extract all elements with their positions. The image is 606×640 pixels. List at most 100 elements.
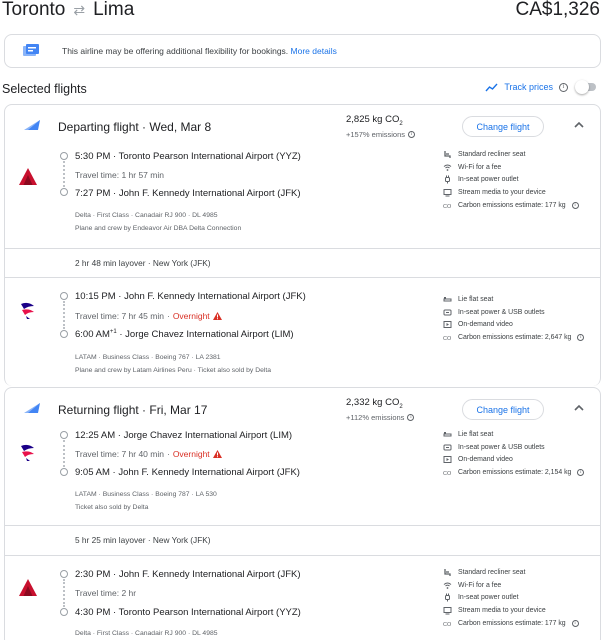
amenity-item: Stream media to your device <box>443 186 603 199</box>
lie-flat-seat-icon <box>443 296 452 302</box>
timeline-line <box>63 301 65 329</box>
lie-flat-seat-icon <box>443 431 452 437</box>
wifi-icon <box>443 164 452 171</box>
banner-text: This airline may be offering additional … <box>62 46 337 56</box>
flexibility-banner: This airline may be offering additional … <box>4 34 601 68</box>
amenity-item: CO Carbon emissions estimate: 2,154 kg i <box>443 466 603 479</box>
on-demand-video-icon <box>443 456 452 464</box>
track-prices[interactable]: Track prices i <box>485 80 596 94</box>
info-icon[interactable]: i <box>408 131 415 138</box>
trend-line-icon <box>485 83 498 91</box>
flight-segment: 10:15 PM · John F. Kennedy International… <box>5 278 600 386</box>
arrows-swap-icon: ⇄ <box>73 1 86 18</box>
power-usb-icon <box>443 444 452 451</box>
route-title: Toronto ⇄ Lima <box>2 0 134 21</box>
flight-details: LATAM · Business Class · Boeing 787 · LA… <box>75 491 217 498</box>
flight-takeoff-icon <box>24 403 40 413</box>
selected-flights-heading: Selected flights <box>2 82 87 96</box>
total-price: CA$1,326 <box>515 0 600 20</box>
info-icon[interactable]: i <box>559 82 568 92</box>
co2-icon: CO <box>443 336 452 342</box>
returning-card-header: Returning flight · Fri, Mar 17 2,332 kg … <box>5 388 600 428</box>
flight-segment: 2:30 PM · John F. Kennedy International … <box>5 556 600 640</box>
amenity-item: Standard recliner seat <box>443 566 603 579</box>
departing-title: Departing flight · Wed, Mar 8 <box>58 120 212 134</box>
departing-flight-card: Departing flight · Wed, Mar 8 2,825 kg C… <box>4 104 601 386</box>
more-details-link[interactable]: More details <box>291 46 337 56</box>
departure-dot <box>60 431 68 439</box>
amenity-item: In-seat power & USB outlets <box>443 306 603 319</box>
amenities-list: Lie flat seat In-seat power & USB outlet… <box>443 293 603 344</box>
amenity-item: Lie flat seat <box>443 293 603 306</box>
wifi-icon <box>443 582 452 589</box>
arrival-dot <box>60 188 68 196</box>
arrival-row: 6:00 AM+1 · Jorge Chavez International A… <box>75 329 294 341</box>
info-icon[interactable]: i <box>571 620 579 628</box>
destination-city: Lima <box>93 0 135 20</box>
amenities-list: Lie flat seat In-seat power & USB outlet… <box>443 428 603 479</box>
returning-title: Returning flight · Fri, Mar 17 <box>58 403 208 417</box>
track-prices-toggle[interactable] <box>575 80 596 94</box>
amenity-item: Wi-Fi for a fee <box>443 161 603 174</box>
chevron-up-icon[interactable] <box>573 120 585 130</box>
layover-info: 2 hr 48 min layover · New York (JFK) <box>75 258 211 268</box>
svg-text:CO: CO <box>443 622 452 628</box>
flight-segment: 5:30 PM · Toronto Pearson International … <box>5 145 600 255</box>
departure-dot <box>60 152 68 160</box>
amenity-item: CO Carbon emissions estimate: 177 kg i <box>443 199 603 212</box>
arrival-dot <box>60 330 68 338</box>
power-plug-icon <box>445 175 450 184</box>
departure-row: 2:30 PM · John F. Kennedy International … <box>75 569 301 580</box>
svg-text:CO: CO <box>443 471 452 477</box>
seat-icon <box>444 150 451 158</box>
info-icon[interactable]: i <box>577 334 585 342</box>
flight-segment: 12:25 AM · Jorge Chavez International Ai… <box>5 424 600 524</box>
info-icon[interactable]: i <box>407 414 415 421</box>
co2-icon: CO <box>443 471 452 477</box>
chevron-up-icon[interactable] <box>573 403 585 413</box>
amenity-item: Lie flat seat <box>443 428 603 441</box>
change-flight-button[interactable]: Change flight <box>462 116 544 137</box>
flexible-ticket-icon <box>23 44 39 56</box>
on-demand-video-icon <box>443 321 452 329</box>
delta-logo <box>19 168 37 185</box>
origin-city: Toronto <box>2 0 66 20</box>
amenities-list: Standard recliner seat Wi-Fi for a fee I… <box>443 566 603 630</box>
trip-header: Toronto ⇄ Lima CA$1,326 <box>0 0 606 26</box>
co2-total: 2,825 kg CO2 <box>346 114 403 127</box>
svg-text:CO: CO <box>443 204 452 210</box>
flight-details: LATAM · Business Class · Boeing 767 · LA… <box>75 354 221 361</box>
travel-time: Travel time: 7 hr 45 min · Overnight <box>75 311 222 321</box>
amenity-item: In-seat power outlet <box>443 592 603 605</box>
departure-dot <box>60 292 68 300</box>
co2-total: 2,332 kg CO2 <box>346 397 403 410</box>
operator-details: Plane and crew by Latam Airlines Peru · … <box>75 367 272 374</box>
info-icon[interactable]: i <box>571 202 579 210</box>
change-flight-button[interactable]: Change flight <box>462 399 544 420</box>
amenity-item: On-demand video <box>443 454 603 467</box>
amenity-item: In-seat power & USB outlets <box>443 441 603 454</box>
flight-details: Delta · First Class · Canadair RJ 900 · … <box>75 212 218 219</box>
divider <box>5 525 600 526</box>
travel-time: Travel time: 2 hr <box>75 588 137 598</box>
info-icon[interactable]: i <box>577 469 585 477</box>
departing-card-header: Departing flight · Wed, Mar 8 2,825 kg C… <box>5 105 600 145</box>
warning-icon <box>212 450 222 458</box>
travel-time: Travel time: 1 hr 57 min <box>75 170 164 180</box>
flight-details: Delta · First Class · Canadair RJ 900 · … <box>75 630 218 637</box>
emissions-delta: +157% emissions i <box>346 130 415 139</box>
amenity-item: Standard recliner seat <box>443 148 603 161</box>
timeline-line <box>63 161 65 187</box>
layover-info: 5 hr 25 min layover · New York (JFK) <box>75 535 211 545</box>
amenity-item: CO Carbon emissions estimate: 2,647 kg i <box>443 331 603 344</box>
overnight-label: Overnight <box>172 449 210 459</box>
emissions-delta: +112% emissions i <box>346 413 415 422</box>
travel-time: Travel time: 7 hr 40 min · Overnight <box>75 449 222 459</box>
amenity-item: On-demand video <box>443 319 603 332</box>
amenity-item: Wi-Fi for a fee <box>443 579 603 592</box>
arrival-dot <box>60 468 68 476</box>
seat-icon <box>444 568 451 576</box>
latam-logo <box>21 444 34 461</box>
warning-icon <box>212 312 222 320</box>
operator-details: Ticket also sold by Delta <box>75 504 149 511</box>
